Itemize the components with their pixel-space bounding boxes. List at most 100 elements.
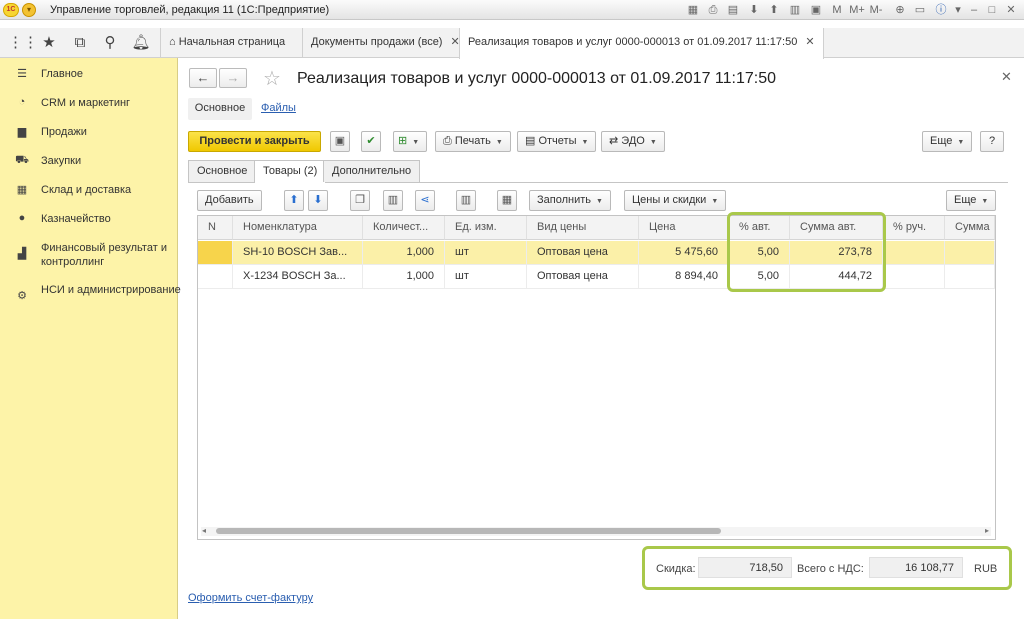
calendar-icon[interactable]: ▦ [687,4,699,16]
print-icon[interactable]: ⎙ [707,4,719,16]
coin-icon: ● [18,212,26,224]
move-down-icon[interactable]: ⬇ [308,190,328,211]
edo-button[interactable]: ⇄ ЭДО ▼ [601,131,665,152]
scroll-left-icon[interactable]: ◂ [202,526,206,535]
cell-nomenclature[interactable]: SH-10 BOSCH Зав... [233,241,363,265]
calculator-icon[interactable]: ▥ [789,4,801,16]
cell-price[interactable]: 8 894,40 [639,265,729,289]
cell-manual-pct[interactable] [883,265,945,289]
cell-sum[interactable] [945,241,995,265]
save-icon[interactable]: ⬇ [748,4,760,16]
total-vat-label: Всего с НДС: [797,563,864,575]
col-header-n[interactable]: N [198,216,233,240]
subtab-files[interactable]: Файлы [261,102,296,114]
calendar31-icon[interactable]: ▣ [810,4,822,16]
sidebar-item-treasury[interactable]: ● Казначейство [15,212,111,225]
col-header-price-type[interactable]: Вид цены [527,216,639,240]
cart-icon: ⛟ [15,154,29,166]
col-header-nomenclature[interactable]: Номенклатура [233,216,363,240]
more-button[interactable]: Еще ▼ [922,131,973,152]
sidebar-item-crm[interactable]: ◔ CRM и маркетинг [15,96,130,109]
col-header-sum[interactable]: Сумма [945,216,995,240]
cell-unit[interactable]: шт [445,265,527,289]
cell-price[interactable]: 5 475,60 [639,241,729,265]
sidebar-item-warehouse[interactable]: ▦ Склад и доставка [15,183,131,196]
minimize-icon[interactable]: – [968,4,980,16]
cell-nomenclature[interactable]: X-1234 BOSCH За... [233,265,363,289]
discount-label: Скидка: [656,563,696,575]
create-based-on-button[interactable]: ⊞ ▼ [393,131,427,152]
pick-icon[interactable]: ▦ [497,190,517,211]
preview-icon[interactable]: ▤ [727,4,739,16]
post-icon[interactable]: ✔ [361,131,381,152]
dropdown-icon[interactable]: ▾ [952,4,964,16]
apps-grid-icon[interactable]: ⋮⋮ [8,33,38,53]
info-icon[interactable]: ⓘ [935,4,947,16]
cell-qty[interactable]: 1,000 [363,241,445,265]
history-icon[interactable]: ⧉ [70,33,90,53]
save-icon[interactable]: ▣ [330,131,350,152]
total-vat-value: 16 108,77 [869,557,963,578]
col-header-unit[interactable]: Ед. изм. [445,216,527,240]
cell-qty[interactable]: 1,000 [363,265,445,289]
favorite-star-icon[interactable]: ☆ [263,66,281,91]
cell-unit[interactable]: шт [445,241,527,265]
reports-button[interactable]: ▤ Отчеты ▼ [517,131,597,152]
move-up-icon[interactable]: ⬆ [284,190,304,211]
sidebar-item-purchases[interactable]: ⛟ Закупки [15,154,81,168]
prices-discounts-button[interactable]: Цены и скидки ▼ [624,190,727,211]
search-icon[interactable]: ⚲ [100,33,120,53]
col-header-price[interactable]: Цена [639,216,729,240]
tab-sales-documents[interactable]: Документы продажи (все) ✕ [302,28,468,58]
formtab-additional[interactable]: Дополнительно [323,160,421,182]
formtab-goods[interactable]: Товары (2) [254,160,327,183]
sidebar-item-admin[interactable]: ⚙ НСИ и администрирование [15,283,181,302]
close-form-icon[interactable]: ✕ [1001,69,1012,85]
panel-icon[interactable]: ▭ [914,4,926,16]
sidebar-item-main[interactable]: ☰ Главное [15,67,83,80]
pie-chart-icon: ◔ [18,96,26,108]
subtab-main[interactable]: Основное [188,98,252,120]
post-and-close-button[interactable]: Провести и закрыть [188,131,321,152]
back-button[interactable]: ← [189,68,217,88]
tab-home[interactable]: ⌂ Начальная страница [160,28,293,58]
formtab-main[interactable]: Основное [188,160,257,182]
cell-n[interactable] [198,265,233,289]
close-tab-icon[interactable]: ✕ [805,36,814,48]
upload-icon[interactable]: ⬆ [768,4,780,16]
col-header-qty[interactable]: Количест... [363,216,445,240]
memory-minus-button[interactable]: M- [868,4,884,16]
sidebar-item-sales[interactable]: ▆ Продажи [15,125,87,138]
tab-current-document[interactable]: Реализация товаров и услуг 0000-000013 о… [459,28,824,59]
print-button[interactable]: ⎙ Печать ▼ [435,131,511,152]
cell-n[interactable] [198,241,233,265]
forward-button[interactable]: → [219,68,247,88]
close-window-icon[interactable]: ✕ [1005,4,1017,16]
reports-icon: ▤ [525,135,539,147]
app-menu-icon[interactable]: ▾ [22,3,36,17]
cell-price-type[interactable]: Оптовая цена [527,265,639,289]
auto-discount-highlight [727,212,886,292]
cell-manual-pct[interactable] [883,241,945,265]
col-header-manual-pct[interactable]: % руч. [883,216,945,240]
zoom-icon[interactable]: ⊕ [894,4,906,16]
create-invoice-link[interactable]: Оформить счет-фактуру [188,592,313,604]
scrollbar-thumb[interactable] [216,528,721,534]
memory-m-button[interactable]: M [830,4,844,16]
copy-icon[interactable]: ❐ [350,190,370,211]
grid-more-button[interactable]: Еще ▼ [946,190,997,211]
memory-plus-button[interactable]: M+ [848,4,866,16]
cell-sum[interactable] [945,265,995,289]
help-button[interactable]: ? [980,131,1004,152]
add-row-button[interactable]: Добавить [197,190,262,211]
favorites-star-icon[interactable]: ★ [39,33,59,53]
sidebar-item-finance[interactable]: ▟ Финансовый результат и контроллинг [15,241,167,268]
maximize-icon[interactable]: □ [986,4,998,16]
scroll-right-icon[interactable]: ▸ [985,526,989,535]
cell-price-type[interactable]: Оптовая цена [527,241,639,265]
share-icon[interactable]: ⋖ [415,190,435,211]
fill-button[interactable]: Заполнить ▼ [529,190,611,211]
paste-icon[interactable]: ▥ [383,190,403,211]
barcode-icon[interactable]: ▥ [456,190,476,211]
bell-icon[interactable]: 🔔︎ [131,33,151,53]
